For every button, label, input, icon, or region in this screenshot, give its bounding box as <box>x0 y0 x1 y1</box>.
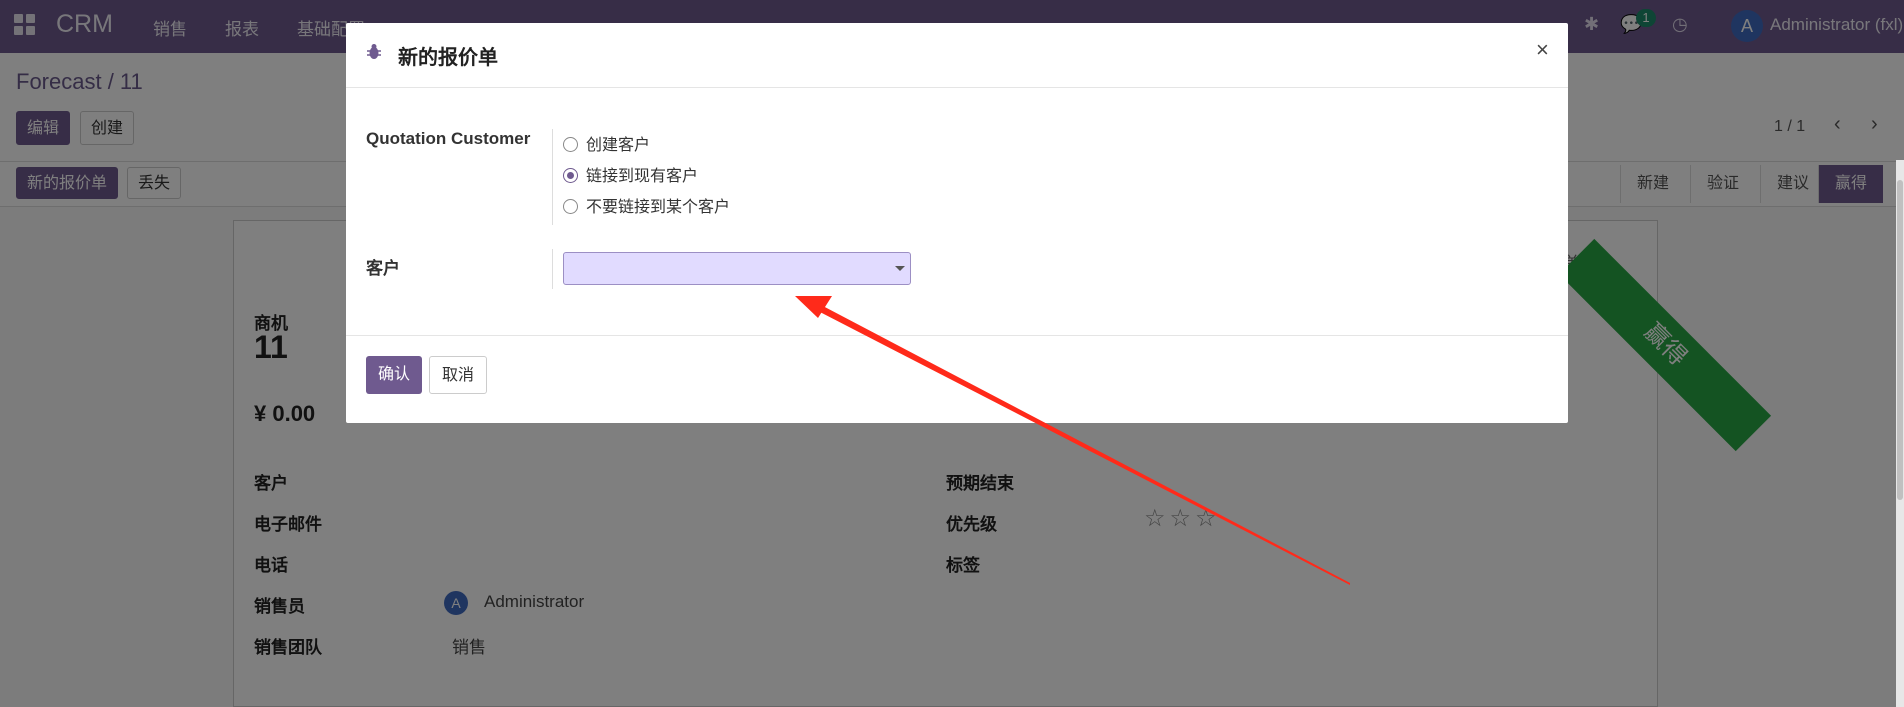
radio-label: 不要链接到某个客户 <box>586 199 731 216</box>
radio-label: 链接到现有客户 <box>586 168 699 185</box>
radio-circle[interactable] <box>563 137 578 152</box>
customer-label: 客户 <box>366 259 400 278</box>
radio-circle[interactable] <box>563 199 578 214</box>
dialog-title: 新的报价单 <box>398 47 498 69</box>
radio-label: 创建客户 <box>586 137 651 154</box>
quotation-customer-label: Quotation Customer <box>366 129 531 148</box>
customer-select[interactable] <box>563 252 911 285</box>
cancel-button[interactable]: 取消 <box>429 356 488 394</box>
debug-bug-icon <box>367 44 381 59</box>
confirm-button[interactable]: 确认 <box>366 356 423 394</box>
dialog-header: 新的报价单 × <box>346 23 1568 88</box>
radio-no-customer[interactable]: 不要链接到某个客户 <box>563 193 730 217</box>
field-divider <box>552 249 553 289</box>
page-scrollbar[interactable] <box>1896 160 1904 707</box>
dialog-footer: 确认 取消 <box>346 335 1568 424</box>
radio-create-customer[interactable]: 创建客户 <box>563 131 650 155</box>
new-quotation-dialog: 新的报价单 × Quotation Customer 创建客户 链接到现有客户 … <box>346 23 1568 423</box>
radio-circle-checked[interactable] <box>563 168 578 183</box>
close-icon[interactable]: × <box>1536 37 1549 63</box>
radio-link-existing-customer[interactable]: 链接到现有客户 <box>563 162 698 186</box>
scrollbar-thumb[interactable] <box>1897 180 1903 500</box>
field-divider <box>552 129 553 225</box>
